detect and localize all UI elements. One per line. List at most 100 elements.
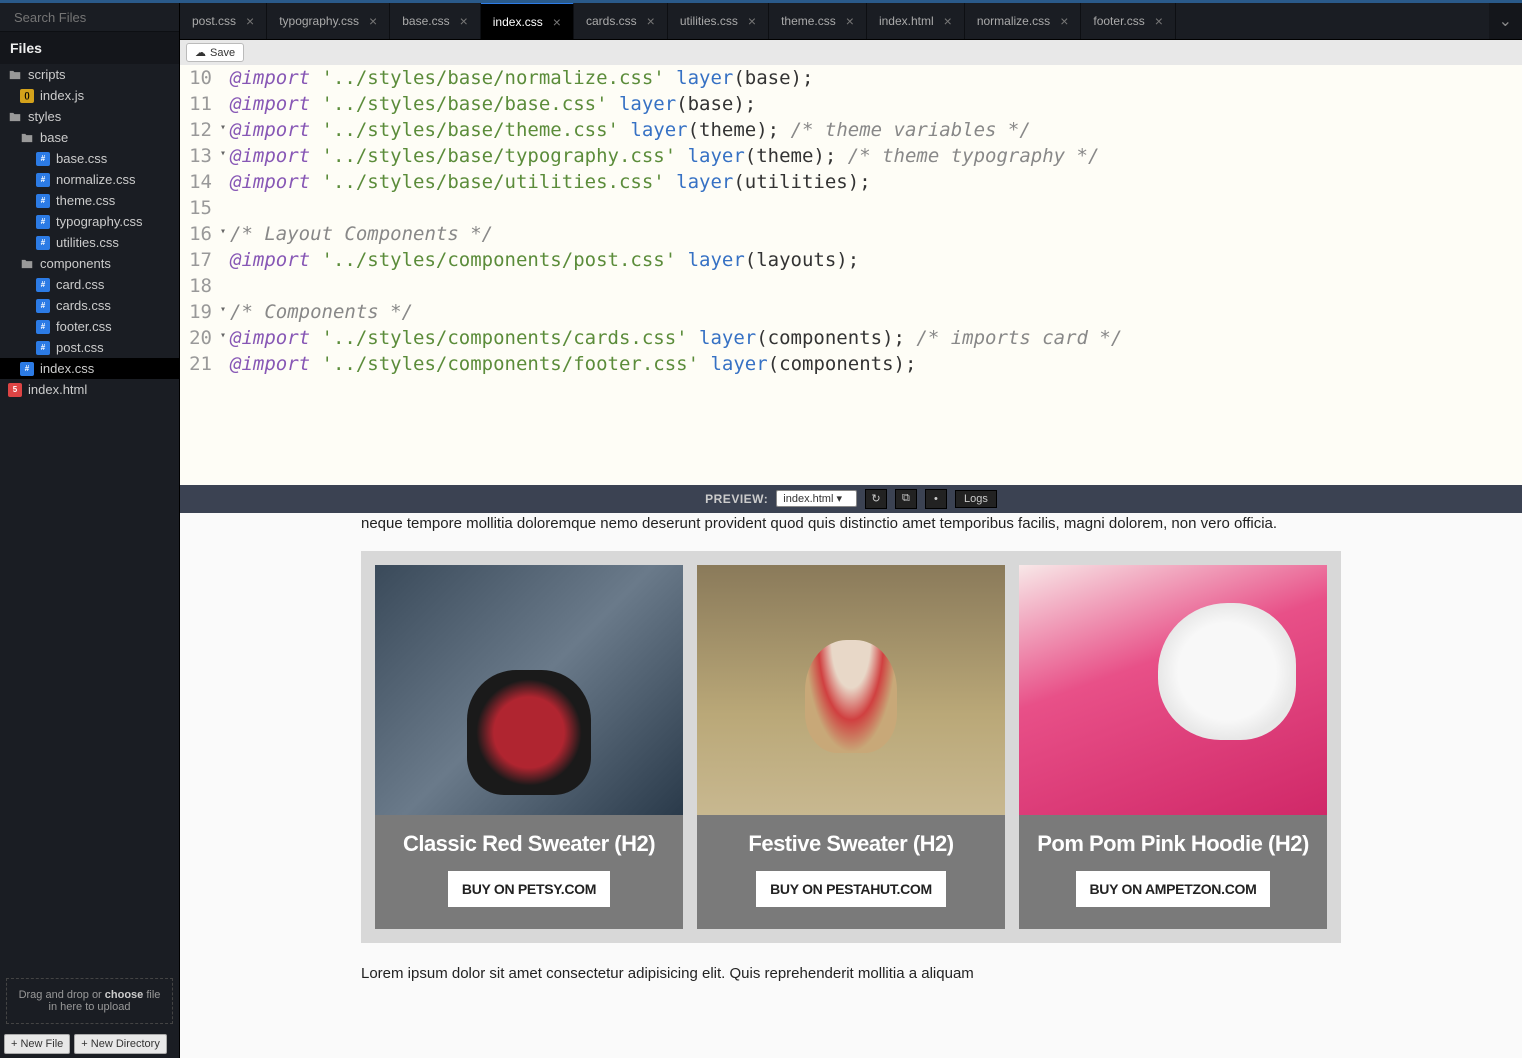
file-item[interactable]: 5index.html — [0, 379, 179, 400]
logs-button[interactable]: Logs — [955, 490, 997, 508]
fold-icon[interactable]: ▾ — [220, 329, 226, 343]
file-item[interactable]: #utilities.css — [0, 232, 179, 253]
file-item[interactable]: ()index.js — [0, 85, 179, 106]
refresh-button[interactable]: ↻ — [865, 489, 887, 509]
product-card: Classic Red Sweater (H2) BUY ON PETSY.CO… — [375, 565, 683, 929]
buy-button[interactable]: BUY ON PETSY.COM — [448, 871, 610, 907]
editor-tab[interactable]: post.css× — [180, 3, 267, 39]
code-line[interactable]: 21@import '../styles/components/footer.c… — [180, 351, 1522, 377]
line-number: 18 — [180, 273, 222, 299]
fold-icon[interactable]: ▾ — [220, 225, 226, 239]
code-editor[interactable]: 10@import '../styles/base/normalize.css'… — [180, 65, 1522, 485]
editor-tab[interactable]: base.css× — [390, 3, 481, 39]
folder-icon — [20, 131, 34, 145]
code-line[interactable]: 14@import '../styles/base/utilities.css'… — [180, 169, 1522, 195]
folder-item[interactable]: scripts — [0, 64, 179, 85]
fold-icon[interactable]: ▾ — [220, 121, 226, 135]
close-icon[interactable]: × — [1155, 13, 1163, 29]
code-line[interactable]: 16▾/* Layout Components */ — [180, 221, 1522, 247]
code-line[interactable]: 18 — [180, 273, 1522, 299]
code-line[interactable]: 13▾@import '../styles/base/typography.cs… — [180, 143, 1522, 169]
drop-zone[interactable]: Drag and drop or choose file in here to … — [6, 978, 173, 1024]
code-line[interactable]: 17@import '../styles/components/post.css… — [180, 247, 1522, 273]
close-icon[interactable]: × — [647, 13, 655, 29]
preview-paragraph: neque tempore mollitia doloremque nemo d… — [361, 513, 1341, 536]
editor-tab[interactable]: footer.css× — [1081, 3, 1176, 39]
code-line[interactable]: 19▾/* Components */ — [180, 299, 1522, 325]
file-item[interactable]: #typography.css — [0, 211, 179, 232]
tabs-overflow-button[interactable]: ⌄ — [1489, 3, 1522, 39]
preview-paragraph: Lorem ipsum dolor sit amet consectetur a… — [361, 963, 1341, 986]
code-line[interactable]: 11@import '../styles/base/base.css' laye… — [180, 91, 1522, 117]
editor-tab[interactable]: utilities.css× — [668, 3, 769, 39]
tree-item-label: normalize.css — [56, 172, 135, 187]
new-directory-button[interactable]: + New Directory — [74, 1034, 167, 1054]
tree-item-label: footer.css — [56, 319, 112, 334]
file-item[interactable]: #cards.css — [0, 295, 179, 316]
close-icon[interactable]: × — [553, 14, 561, 30]
css-file-icon: # — [20, 362, 34, 376]
folder-item[interactable]: styles — [0, 106, 179, 127]
tab-label: typography.css — [279, 14, 359, 28]
css-file-icon: # — [36, 173, 50, 187]
line-number: 12▾ — [180, 117, 222, 143]
file-item[interactable]: #post.css — [0, 337, 179, 358]
buy-button[interactable]: BUY ON AMPETZON.COM — [1076, 871, 1271, 907]
fold-icon[interactable]: ▾ — [220, 303, 226, 317]
code-content: @import '../styles/components/cards.css'… — [222, 325, 1122, 351]
search-input[interactable] — [14, 10, 190, 25]
preview-dot[interactable]: • — [925, 489, 947, 509]
css-file-icon: # — [36, 236, 50, 250]
line-number: 11 — [180, 91, 222, 117]
tree-item-label: scripts — [28, 67, 66, 82]
file-item[interactable]: # index.css — [0, 358, 179, 379]
line-number: 19▾ — [180, 299, 222, 325]
code-line[interactable]: 20▾@import '../styles/components/cards.c… — [180, 325, 1522, 351]
folder-icon — [8, 68, 22, 82]
close-icon[interactable]: × — [460, 13, 468, 29]
editor-tab[interactable]: index.css× — [481, 3, 574, 39]
editor-tab[interactable]: typography.css × — [267, 3, 390, 39]
fold-icon[interactable]: ▾ — [220, 147, 226, 161]
editor-tab[interactable]: theme.css× — [769, 3, 867, 39]
editor-tab[interactable]: index.html× — [867, 3, 965, 39]
close-icon[interactable]: × — [1060, 13, 1068, 29]
close-icon[interactable]: × — [846, 13, 854, 29]
line-number: 14 — [180, 169, 222, 195]
choose-link[interactable]: choose — [105, 989, 144, 1001]
tab-label: normalize.css — [977, 14, 1050, 28]
code-content — [222, 273, 230, 299]
code-line[interactable]: 10@import '../styles/base/normalize.css'… — [180, 65, 1522, 91]
preview-pane[interactable]: neque tempore mollitia doloremque nemo d… — [180, 513, 1522, 1058]
editor-tab[interactable]: cards.css× — [574, 3, 668, 39]
css-file-icon: # — [36, 320, 50, 334]
tree-item-label: index.css — [40, 361, 94, 376]
buy-button[interactable]: BUY ON PESTAHUT.COM — [756, 871, 946, 907]
new-file-button[interactable]: + New File — [4, 1034, 70, 1054]
code-line[interactable]: 15 — [180, 195, 1522, 221]
file-item[interactable]: #base.css — [0, 148, 179, 169]
editor-tab[interactable]: normalize.css × — [965, 3, 1082, 39]
close-icon[interactable]: × — [369, 13, 377, 29]
css-file-icon: # — [36, 278, 50, 292]
file-item[interactable]: # card.css — [0, 274, 179, 295]
close-icon[interactable]: × — [748, 13, 756, 29]
file-item[interactable]: # normalize.css — [0, 169, 179, 190]
file-item[interactable]: #theme.css — [0, 190, 179, 211]
close-icon[interactable]: × — [944, 13, 952, 29]
open-external-button[interactable]: ⧉ — [895, 489, 917, 509]
editor-toolbar: ☁ Save — [180, 40, 1522, 65]
folder-item[interactable]: base — [0, 127, 179, 148]
preview-file-select[interactable]: index.html ▾ — [776, 490, 857, 507]
folder-item[interactable]: components — [0, 253, 179, 274]
code-content: @import '../styles/base/utilities.css' l… — [222, 169, 871, 195]
tree-item-label: components — [40, 256, 111, 271]
file-item[interactable]: # footer.css — [0, 316, 179, 337]
tree-item-label: cards.css — [56, 298, 111, 313]
tree-item-label: card.css — [56, 277, 104, 292]
close-icon[interactable]: × — [246, 13, 254, 29]
code-line[interactable]: 12▾@import '../styles/base/theme.css' la… — [180, 117, 1522, 143]
files-header: Files — [0, 32, 179, 64]
save-button[interactable]: ☁ Save — [186, 43, 244, 62]
drop-text: Drag and drop or — [19, 989, 105, 1001]
